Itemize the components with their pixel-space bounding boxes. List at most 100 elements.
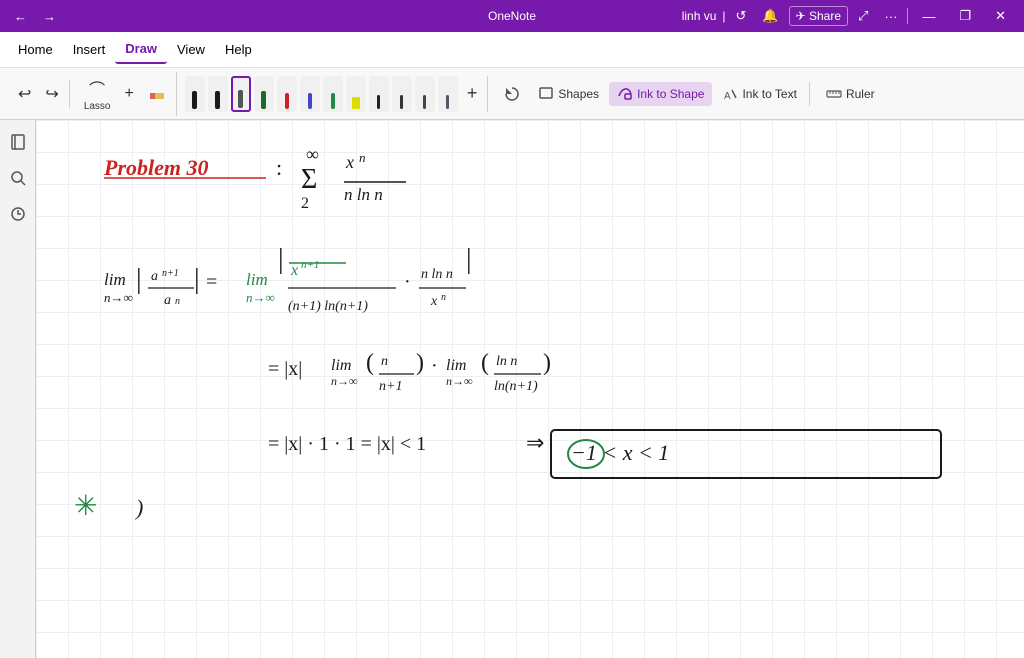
svg-text:n+1: n+1 xyxy=(162,268,179,279)
svg-text:(: ( xyxy=(481,350,489,376)
ink-to-text-label: Ink to Text xyxy=(742,87,796,101)
minimize-button[interactable]: — xyxy=(912,5,945,28)
menu-home[interactable]: Home xyxy=(8,36,63,63)
ink-tools-group: Shapes Ink to Shape A Ink to Text xyxy=(492,82,810,106)
svg-text:): ) xyxy=(416,350,424,376)
pen-dark-2[interactable] xyxy=(415,76,435,112)
sidebar-history-icon[interactable] xyxy=(4,200,32,228)
menu-insert[interactable]: Insert xyxy=(63,36,116,63)
ink-to-shape-button[interactable]: Ink to Shape xyxy=(609,82,712,106)
svg-text:n: n xyxy=(441,292,446,303)
svg-text:ln(n+1): ln(n+1) xyxy=(494,379,538,394)
pen-black-3[interactable] xyxy=(369,76,389,112)
svg-text:|: | xyxy=(278,244,284,275)
svg-text:·: · xyxy=(431,355,438,377)
svg-text:n+1: n+1 xyxy=(379,379,402,394)
svg-text:n→∞: n→∞ xyxy=(331,374,358,388)
svg-text:|: | xyxy=(194,264,200,295)
eraser-tool[interactable] xyxy=(142,81,172,107)
svg-text:x: x xyxy=(430,294,438,309)
menu-draw[interactable]: Draw xyxy=(115,35,167,64)
svg-text:|: | xyxy=(136,264,142,295)
svg-text:✳: ✳ xyxy=(74,491,97,522)
titlebar-separator xyxy=(907,8,908,24)
svg-text:∞: ∞ xyxy=(306,144,319,164)
pen-gray[interactable] xyxy=(231,76,251,112)
pen-yellow[interactable] xyxy=(346,76,366,112)
app-title: OneNote xyxy=(488,9,536,23)
svg-text:⇒: ⇒ xyxy=(526,430,544,455)
svg-text:n→∞: n→∞ xyxy=(246,290,275,305)
menu-view[interactable]: View xyxy=(167,36,215,63)
pen-red[interactable] xyxy=(277,76,297,112)
svg-text:a: a xyxy=(164,293,171,308)
svg-text:n→∞: n→∞ xyxy=(446,374,473,388)
svg-text:(n+1) ln(n+1): (n+1) ln(n+1) xyxy=(288,299,368,314)
menu-help[interactable]: Help xyxy=(215,36,262,63)
svg-text:ln n: ln n xyxy=(496,354,517,369)
close-button[interactable]: ✕ xyxy=(985,4,1016,28)
svg-text:·: · xyxy=(404,271,411,293)
svg-text:lim: lim xyxy=(331,357,351,374)
svg-text:n: n xyxy=(175,296,180,307)
pen-black-2[interactable] xyxy=(208,76,228,112)
pens-group: + xyxy=(181,76,489,112)
canvas-area[interactable]: Problem 30 : ∞ Σ 2 x n n ln n lim n→∞ | … xyxy=(36,120,1024,658)
svg-text:n: n xyxy=(359,150,366,165)
undo-redo-group: ↩ ↪ xyxy=(8,80,70,108)
undo-button[interactable]: ↩ xyxy=(12,80,37,108)
sidebar-search-icon[interactable] xyxy=(4,164,32,192)
pen-dark-green[interactable] xyxy=(254,76,274,112)
svg-text:): ) xyxy=(543,350,551,376)
svg-text:lim: lim xyxy=(104,270,126,289)
svg-text:−1 < x < 1: −1 < x < 1 xyxy=(571,440,669,465)
svg-text:n: n xyxy=(381,354,388,369)
svg-text:2: 2 xyxy=(301,195,309,212)
pen-blue[interactable] xyxy=(300,76,320,112)
shapes-label: Shapes xyxy=(558,87,599,101)
pen-green[interactable] xyxy=(323,76,343,112)
svg-text:|: | xyxy=(466,244,472,275)
pen-dark-1[interactable] xyxy=(392,76,412,112)
toolbar: ↩ ↪ ⌒ Lasso + xyxy=(0,68,1024,120)
lasso-tool[interactable]: ⌒ Lasso xyxy=(78,72,117,116)
nav-buttons: ← → xyxy=(8,7,62,26)
refresh-button[interactable]: ↺ xyxy=(730,6,753,26)
svg-text:(: ( xyxy=(366,350,374,376)
pen-black-1[interactable] xyxy=(185,76,205,112)
user-separator: | xyxy=(722,9,725,23)
svg-text:): ) xyxy=(134,495,143,520)
ruler-group: Ruler xyxy=(814,82,887,106)
notification-button[interactable]: 🔔 xyxy=(756,6,784,26)
user-name: linh vu xyxy=(682,9,717,23)
svg-text:x: x xyxy=(290,262,298,279)
ruler-button[interactable]: Ruler xyxy=(818,82,883,106)
expand-button[interactable]: ⤢ xyxy=(852,6,874,26)
add-pen-button[interactable]: + xyxy=(461,79,484,108)
share-button[interactable]: ✈ Share xyxy=(789,6,848,26)
forward-button[interactable]: → xyxy=(37,7,62,26)
svg-text:n ln n: n ln n xyxy=(421,267,453,282)
restore-button[interactable]: ❐ xyxy=(949,4,981,28)
menubar: Home Insert Draw View Help xyxy=(0,32,1024,68)
ink-to-shape-label: Ink to Shape xyxy=(637,87,704,101)
shapes-button[interactable]: Shapes xyxy=(530,82,607,106)
svg-text::: : xyxy=(276,155,282,180)
eraser-add-tool[interactable]: + xyxy=(119,81,140,107)
redo-button[interactable]: ↪ xyxy=(39,80,64,108)
pen-indigo[interactable] xyxy=(438,76,458,112)
svg-text:n ln n: n ln n xyxy=(344,185,383,204)
sidebar-notebook-icon[interactable] xyxy=(4,128,32,156)
svg-text:lim: lim xyxy=(446,357,466,374)
svg-text:Σ: Σ xyxy=(301,164,317,195)
svg-text:n→∞: n→∞ xyxy=(104,290,133,305)
ink-replay-button[interactable] xyxy=(496,82,528,106)
svg-text:=: = xyxy=(206,271,217,293)
svg-text:Problem 30: Problem 30 xyxy=(103,155,209,180)
more-button[interactable]: ··· xyxy=(878,7,903,26)
ink-to-text-button[interactable]: A Ink to Text xyxy=(714,82,804,106)
titlebar-right: linh vu | ↺ 🔔 ✈ Share ⤢ ··· — ❐ ✕ xyxy=(682,4,1016,28)
svg-text:n+1: n+1 xyxy=(301,259,319,271)
tools-group: ⌒ Lasso + xyxy=(74,72,177,116)
back-button[interactable]: ← xyxy=(8,7,33,26)
